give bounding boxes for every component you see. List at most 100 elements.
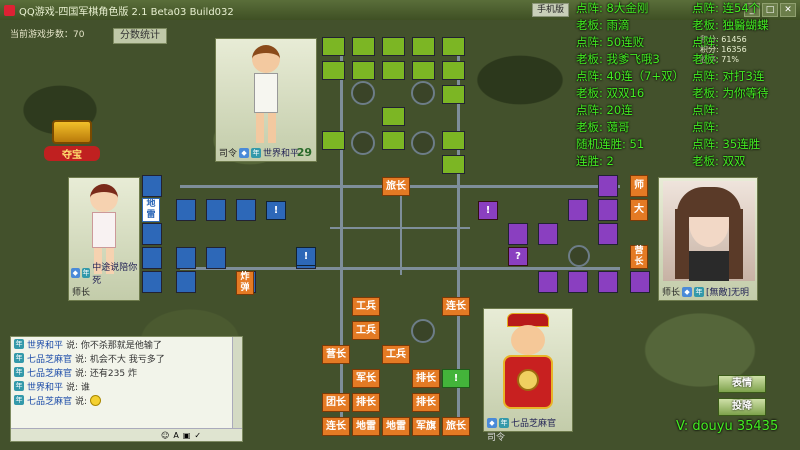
board-piece[interactable] [538, 223, 558, 245]
board-piece[interactable] [142, 175, 162, 197]
piece-mine[interactable]: 地雷 [382, 417, 410, 436]
piece-right-1[interactable]: 师 [630, 175, 648, 197]
piece-company[interactable]: 连长 [442, 297, 470, 316]
piece-bang-green[interactable]: ! [442, 369, 470, 388]
camp-circle[interactable] [351, 81, 375, 105]
vip-badge-icon: ◆ [71, 268, 80, 278]
piece-engineer[interactable]: 工兵 [352, 321, 380, 340]
board-piece[interactable] [382, 37, 405, 56]
piece-platoon[interactable]: 排长 [412, 393, 440, 412]
camp-circle[interactable] [411, 81, 435, 105]
piece-bang-blue[interactable]: ! [266, 201, 286, 220]
player-panel-right: 师长 ◆ 年 [無敵]无明 [658, 177, 758, 301]
chat-image-icon[interactable]: ▣ [183, 431, 191, 440]
board-piece[interactable] [176, 247, 196, 269]
board-piece[interactable] [598, 175, 618, 197]
chat-who[interactable]: 七品芝麻官 [27, 366, 72, 379]
piece-company[interactable]: 连长 [322, 417, 350, 436]
chat-scrollbar[interactable] [232, 337, 242, 429]
piece-flag[interactable]: 军旗 [412, 417, 440, 436]
year-badge: 年 [694, 286, 705, 297]
chat-line: 年七品芝麻官 说: [11, 393, 242, 407]
board-piece[interactable] [236, 199, 256, 221]
treasure-button[interactable]: 夺宝 [44, 120, 100, 164]
piece-bang-blue[interactable]: ! [296, 247, 316, 266]
chat-who[interactable]: 七品芝麻官 [27, 394, 72, 407]
piece-bang-purple[interactable]: ! [478, 201, 498, 220]
board-piece[interactable] [412, 37, 435, 56]
board-piece[interactable] [206, 199, 226, 221]
emote-button[interactable]: 表情 [718, 375, 766, 393]
player-left-nameplate[interactable]: ◆ 年 中途说陪你死 [71, 260, 139, 286]
piece-battalion[interactable]: 营长 [322, 345, 350, 364]
piece-bomb-left[interactable]: 炸弹 [236, 271, 254, 295]
board-piece[interactable] [442, 61, 465, 80]
board-piece[interactable] [142, 271, 162, 293]
board-piece[interactable] [508, 223, 528, 245]
camp-circle[interactable] [568, 245, 590, 267]
board-piece[interactable] [598, 199, 618, 221]
piece-engineer[interactable]: 工兵 [382, 345, 410, 364]
chat-text: 说: 你不杀那就是他输了 [66, 340, 162, 351]
board-piece[interactable] [176, 199, 196, 221]
chat-text: 说: 还有235 炸 [75, 368, 137, 379]
chat-panel: 年世界和平 说: 你不杀那就是他输了 年七品芝麻官 说: 机会不大 我亏多了 年七品… [10, 336, 243, 442]
board-piece[interactable] [598, 223, 618, 245]
board-piece[interactable] [568, 199, 588, 221]
player-right-name: [無敵]无明 [706, 288, 750, 298]
piece-platoon[interactable]: 排长 [412, 369, 440, 388]
piece-brigade[interactable]: 旅长 [442, 417, 470, 436]
close-icon[interactable]: ✕ [780, 3, 796, 17]
camp-circle[interactable] [411, 319, 435, 343]
piece-right-3[interactable]: 营长 [630, 245, 648, 269]
mobile-button[interactable]: 手机版 [532, 3, 570, 17]
piece-mine[interactable]: 地雷 [352, 417, 380, 436]
board-piece[interactable] [568, 271, 588, 293]
chat-text: 说: 机会不大 我亏多了 [75, 354, 165, 365]
board-piece[interactable] [322, 131, 345, 150]
qq-game-icon [4, 4, 15, 16]
piece-regiment[interactable]: 团长 [322, 393, 350, 412]
piece-brigade[interactable]: 旅长 [382, 177, 410, 196]
board-piece[interactable] [176, 271, 196, 293]
board-piece[interactable] [206, 247, 226, 269]
board-piece[interactable] [598, 271, 618, 293]
board-piece[interactable] [322, 61, 345, 80]
overlay-line: 老板: 双双 [692, 154, 746, 168]
board-piece[interactable] [142, 247, 162, 269]
piece-mine-left[interactable]: 地雷 [142, 198, 160, 222]
year-badge: 年 [81, 268, 91, 278]
board-piece[interactable] [142, 223, 162, 245]
piece-right-2[interactable]: 大 [630, 199, 648, 221]
camp-circle[interactable] [411, 131, 435, 155]
board-piece[interactable] [382, 107, 405, 126]
chat-emoji-icon[interactable]: ☺ [161, 431, 169, 440]
board-piece[interactable] [352, 61, 375, 80]
surrender-button[interactable]: 投降 [718, 398, 766, 416]
chat-who[interactable]: 世界和平 [27, 338, 63, 351]
piece-question-purple[interactable]: ? [508, 247, 528, 266]
chat-send-icon[interactable]: ✓ [194, 431, 201, 440]
overlay-line: 点阵: 20连 [576, 103, 633, 117]
board-piece[interactable] [538, 271, 558, 293]
piece-platoon[interactable]: 排长 [352, 393, 380, 412]
overlay-line: 老板: 为你等待 [692, 86, 769, 100]
board-piece[interactable] [442, 131, 465, 150]
board-piece[interactable] [630, 271, 650, 293]
chat-who[interactable]: 七品芝麻官 [27, 352, 72, 365]
board-piece[interactable] [442, 85, 465, 104]
board-piece[interactable] [442, 155, 465, 174]
chat-font-icon[interactable]: A [173, 431, 178, 440]
chat-who[interactable]: 世界和平 [27, 380, 63, 393]
overlay-line: 点阵: 对打3连 [692, 69, 765, 83]
board-piece[interactable] [382, 131, 405, 150]
board-piece[interactable] [412, 61, 435, 80]
stream-watermark: V: douyu 35435 [676, 419, 779, 434]
camp-circle[interactable] [351, 131, 375, 155]
piece-engineer[interactable]: 工兵 [352, 297, 380, 316]
board-piece[interactable] [352, 37, 375, 56]
board-piece[interactable] [442, 37, 465, 56]
board-piece[interactable] [382, 61, 405, 80]
board-piece[interactable] [322, 37, 345, 56]
player-right-nameplate[interactable]: 师长 ◆ 年 [無敵]无明 [662, 285, 749, 298]
